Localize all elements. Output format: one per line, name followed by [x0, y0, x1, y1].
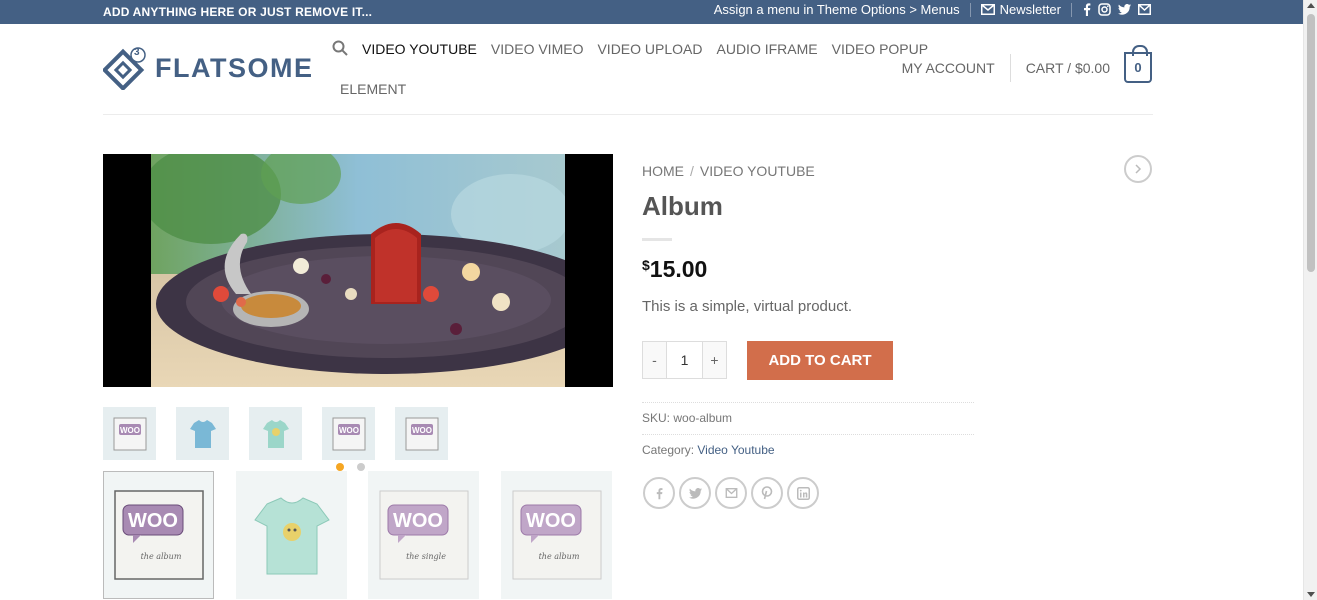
thumb-woo-album[interactable]: WOO: [103, 407, 156, 460]
currency-symbol: $: [642, 257, 650, 273]
product-description: This is a simple, virtual product.: [642, 298, 853, 315]
facebook-icon[interactable]: [1082, 3, 1091, 16]
qty-input[interactable]: 1: [666, 342, 703, 378]
share-twitter-button[interactable]: [679, 477, 711, 509]
breadcrumb-home[interactable]: HOME: [642, 163, 684, 179]
sku-value: woo-album: [673, 411, 733, 425]
thumb-woo-album[interactable]: WOO: [395, 407, 448, 460]
svg-text:WOO: WOO: [393, 510, 443, 532]
nav-item-video-youtube[interactable]: VIDEO YOUTUBE: [362, 41, 477, 57]
search-icon[interactable]: [332, 40, 348, 59]
cart-link[interactable]: CART / $0.00: [1026, 60, 1110, 76]
newsletter-label: Newsletter: [999, 2, 1061, 17]
gallery-dots: [336, 463, 365, 471]
pinterest-icon: [761, 486, 773, 500]
category-link[interactable]: Video Youtube: [697, 443, 774, 457]
cart-count: 0: [1134, 60, 1142, 75]
large-image-tshirt[interactable]: [236, 471, 347, 599]
sku-label: SKU:: [642, 411, 671, 425]
nav-item-video-upload[interactable]: VIDEO UPLOAD: [597, 41, 702, 57]
logo-badge: 3: [134, 47, 140, 58]
linkedin-icon: [796, 486, 810, 500]
product-title: Album: [642, 191, 723, 221]
email-icon[interactable]: [1138, 4, 1151, 15]
top-bar: ADD ANYTHING HERE OR JUST REMOVE IT... A…: [0, 0, 1303, 24]
qty-plus-button[interactable]: +: [703, 342, 726, 378]
quantity-stepper: - 1 +: [642, 341, 727, 379]
nav-row: ELEMENT: [332, 78, 912, 100]
svg-text:WOO: WOO: [120, 426, 140, 435]
thumb-tshirt-blue[interactable]: [176, 407, 229, 460]
video-frame: [151, 154, 565, 387]
large-image-caption: the album: [140, 552, 181, 561]
divider: [1009, 53, 1011, 82]
gallery-dot-active[interactable]: [336, 463, 344, 471]
share-icons: [643, 477, 819, 509]
social-icons: [1082, 3, 1151, 16]
product-video[interactable]: [103, 154, 613, 387]
my-account-link[interactable]: MY ACCOUNT: [902, 60, 1010, 76]
title-divider: [642, 238, 672, 241]
twitter-icon[interactable]: [1118, 4, 1131, 15]
page-scrollbar[interactable]: [1303, 0, 1317, 600]
svg-text:the single: the single: [406, 552, 446, 561]
header-right: MY ACCOUNT CART / $0.00 0: [902, 45, 1152, 83]
breadcrumb-category[interactable]: VIDEO YOUTUBE: [700, 163, 815, 179]
thumb-woo-album[interactable]: WOO: [322, 407, 375, 460]
scroll-down-icon[interactable]: [1307, 592, 1315, 597]
share-email-button[interactable]: [715, 477, 747, 509]
nav-item-element[interactable]: ELEMENT: [340, 81, 406, 97]
divider: [1071, 2, 1072, 17]
scroll-up-icon[interactable]: [1307, 3, 1315, 8]
large-image-woo-album[interactable]: WOO the album: [103, 471, 214, 599]
breadcrumb-divider: /: [690, 163, 694, 179]
share-linkedin-button[interactable]: [787, 477, 819, 509]
category-label: Category:: [642, 443, 695, 457]
nav-item-audio-iframe[interactable]: AUDIO IFRAME: [717, 41, 818, 57]
next-product-button[interactable]: [1124, 155, 1152, 183]
instagram-icon[interactable]: [1098, 3, 1111, 16]
gallery-dot[interactable]: [357, 463, 365, 471]
qty-minus-button[interactable]: -: [643, 342, 666, 378]
divider: [969, 2, 971, 17]
header-divider: [103, 114, 1153, 115]
food-plate-image: [151, 154, 565, 387]
product-price: $15.00: [642, 256, 707, 283]
gallery-thumbs: WOO WOO WOO: [103, 407, 448, 460]
scrollbar-thumb[interactable]: [1307, 14, 1315, 272]
large-image-woo-single[interactable]: WOO the single: [368, 471, 479, 599]
breadcrumb: HOME / VIDEO YOUTUBE: [642, 163, 815, 179]
large-image-woo-album[interactable]: WOO the album: [501, 471, 612, 599]
add-to-cart-button[interactable]: ADD TO CART: [747, 341, 893, 380]
top-bar-text: ADD ANYTHING HERE OR JUST REMOVE IT...: [103, 5, 373, 19]
svg-text:the album: the album: [538, 552, 579, 561]
nav-row: VIDEO YOUTUBE VIDEO VIMEO VIDEO UPLOAD A…: [332, 38, 928, 60]
svg-text:WOO: WOO: [339, 426, 359, 435]
sku-row: SKU: woo-album: [642, 402, 974, 425]
logo-text: FLATSOME: [155, 52, 314, 83]
svg-text:WOO: WOO: [128, 510, 178, 532]
facebook-icon: [656, 487, 663, 499]
svg-text:WOO: WOO: [412, 426, 432, 435]
newsletter-link[interactable]: Newsletter: [980, 2, 1061, 17]
share-pinterest-button[interactable]: [751, 477, 783, 509]
cart-icon[interactable]: 0: [1124, 45, 1152, 83]
twitter-icon: [688, 487, 702, 499]
category-row: Category: Video Youtube: [642, 434, 974, 457]
site-logo[interactable]: 3 FLATSOME: [103, 46, 313, 90]
svg-text:WOO: WOO: [526, 510, 576, 532]
thumb-tshirt-green[interactable]: [249, 407, 302, 460]
chevron-right-icon: [1135, 164, 1142, 174]
envelope-icon: [980, 4, 995, 15]
logo-mark-icon: [103, 47, 146, 90]
top-bar-right: Assign a menu in Theme Options > Menus N…: [714, 2, 1151, 17]
share-facebook-button[interactable]: [643, 477, 675, 509]
price-value: 15.00: [649, 256, 708, 282]
nav-item-video-vimeo[interactable]: VIDEO VIMEO: [491, 41, 584, 57]
email-icon: [725, 488, 737, 498]
main-nav: VIDEO YOUTUBE VIDEO VIMEO VIDEO UPLOAD A…: [332, 38, 928, 100]
menu-assign-link[interactable]: Assign a menu in Theme Options > Menus: [714, 2, 960, 17]
